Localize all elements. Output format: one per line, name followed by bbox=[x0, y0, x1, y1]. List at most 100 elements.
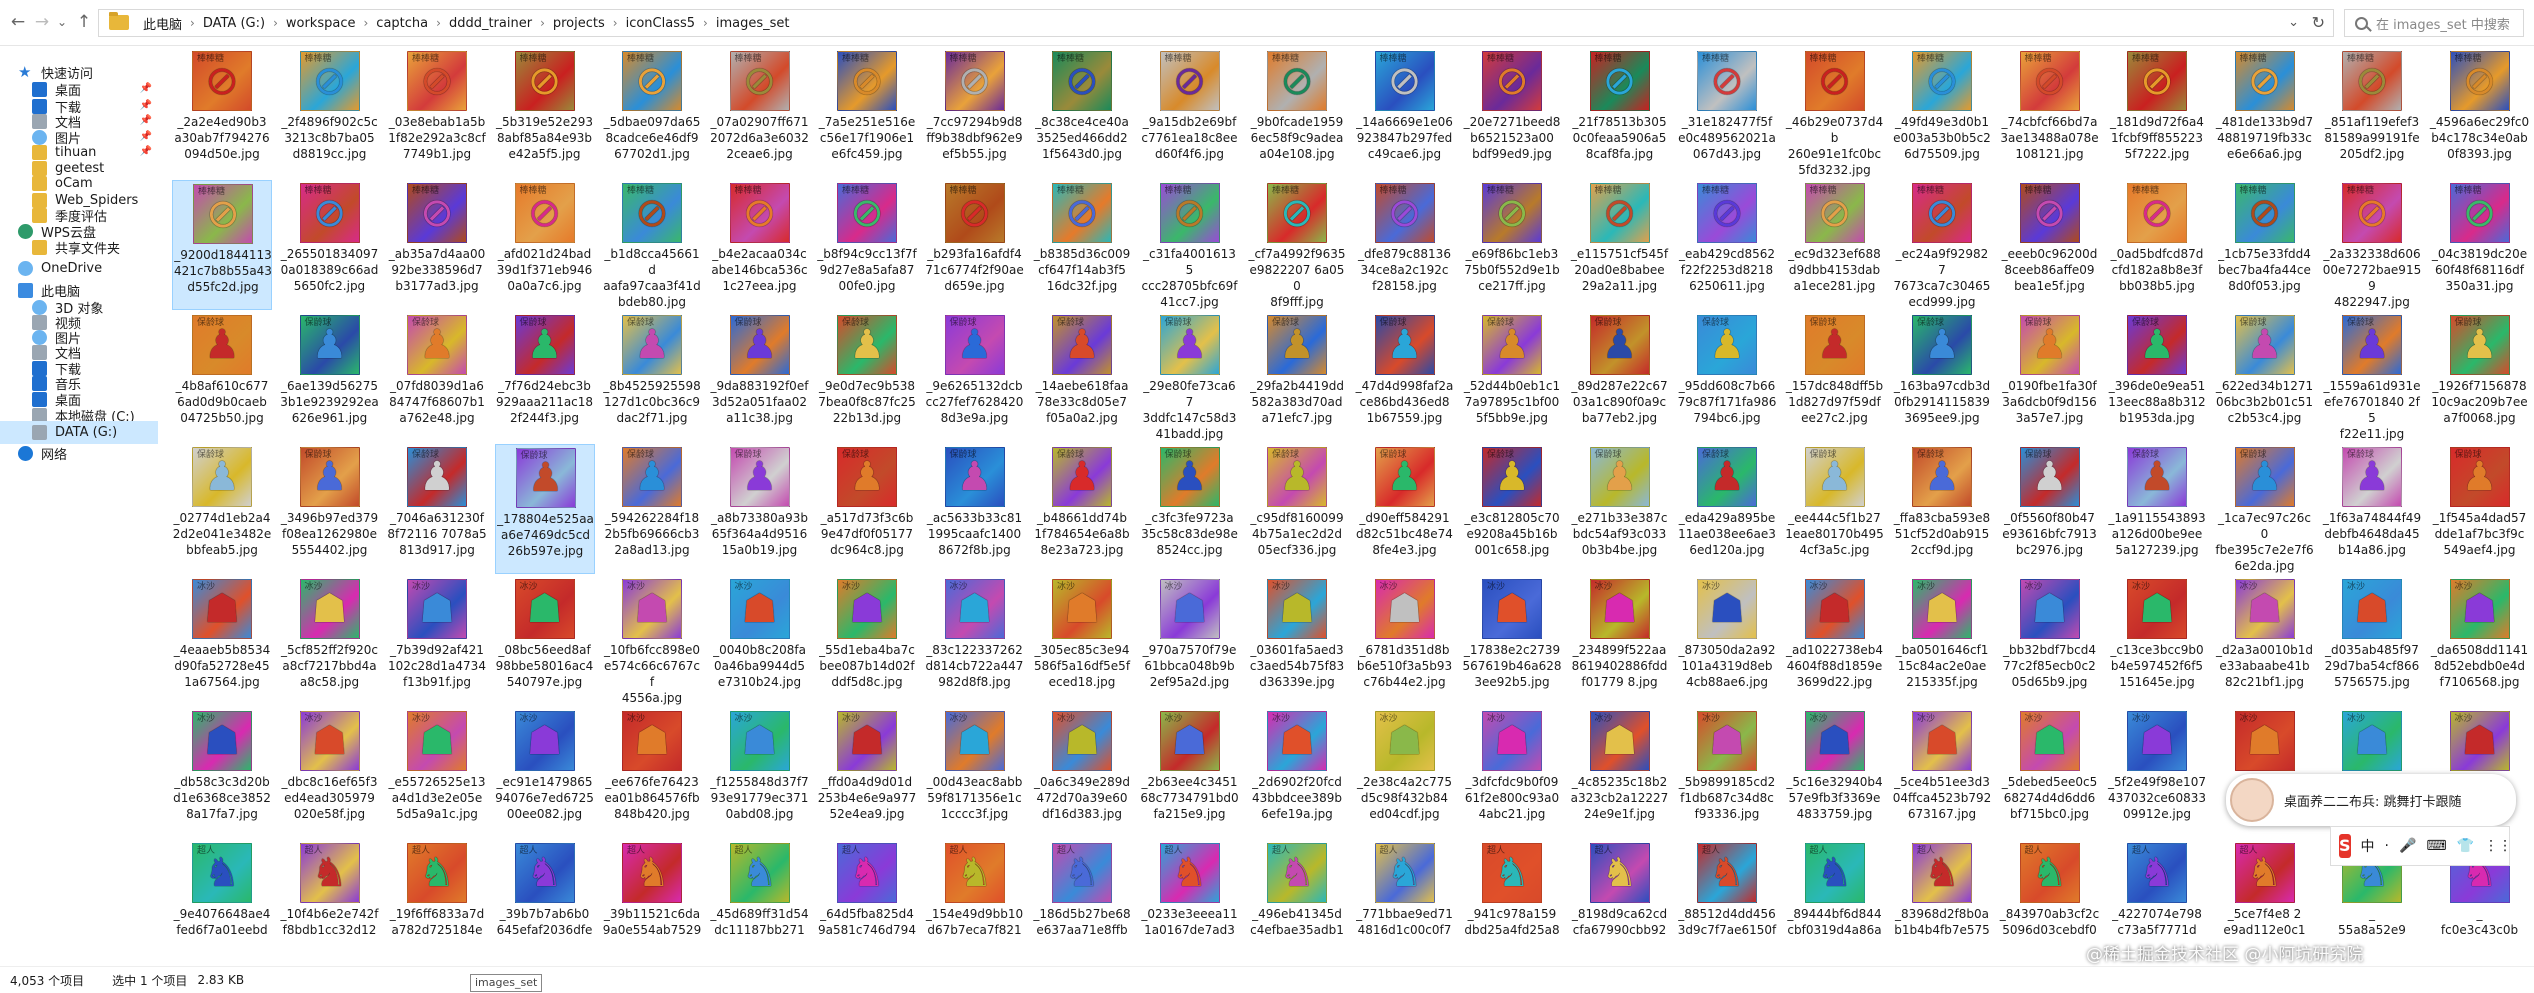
search-box[interactable]: 在 images_set 中搜索 bbox=[2344, 9, 2524, 37]
ime-toolbar-item[interactable]: 👕 bbox=[2457, 838, 2474, 854]
file-tile[interactable]: ☗ 冰沙 _0040b8c208fa 0a46ba9944d5 e7310b24.jpg bbox=[710, 576, 810, 706]
file-tile[interactable]: ☗ 冰沙 _ad1022738eb4 4604f88d1859e 3699d22.jpg bbox=[1785, 576, 1885, 706]
file-tile[interactable]: ♟ 保龄球 _0f5560f80b47 e93616bfc7913 bc2976.jpg bbox=[2000, 444, 2100, 574]
file-tile[interactable]: ⊘ 棒棒糖 _481de133b9d7 48819719fb33c e6e66a6.jp… bbox=[2215, 48, 2315, 178]
file-tile[interactable]: ♟ 保龄球 _b48661dd74b 1f784654e6a8b 8e23a723.jp… bbox=[1032, 444, 1132, 574]
file-tile[interactable]: ⊘ 棒棒糖 _2a2e4ed90b3 a30ab7f794276 094d50e.jpg bbox=[172, 48, 272, 178]
file-tile[interactable]: ⊘ 棒棒糖 _181d9d72f6a4 1fcbf9ff855223 5f7222.jp… bbox=[2107, 48, 2207, 178]
file-tile[interactable]: ⊘ 棒棒糖 _e69f86bc1eb3 75b0f552d9e1b ce217ff.jp… bbox=[1462, 180, 1562, 310]
file-tile[interactable]: ☗ 冰沙 _7b39d92af421 102c28d1a4734 f13b91f.jpg bbox=[387, 576, 487, 706]
file-tile[interactable]: ♞ 超人 _19f6ff6833a7d a782d725184e bbox=[387, 840, 487, 966]
file-tile[interactable]: ♟ 保龄球 _eda429a895be 11ae038ee6ae3 6ed120a.jp… bbox=[1677, 444, 1777, 574]
file-tile[interactable]: ♟ 保龄球 _89d287e22c67 03a1c890f0a9c ba77eb2.jp… bbox=[1570, 312, 1670, 442]
file-tile[interactable]: ⊘ 棒棒糖 _2a332338d606 00e7272bae9159 4822947.j… bbox=[2322, 180, 2422, 310]
file-tile[interactable]: ☗ 冰沙 _17838e2c2739 567619b46a628 3ee92b5.jpg bbox=[1462, 576, 1562, 706]
file-tile[interactable]: ♟ 保龄球 _e3c812805c70 e9208a45b16b 001c658.jpg bbox=[1462, 444, 1562, 574]
file-tile[interactable]: ☗ 冰沙 _970a7570f79e 61bbca048b9b 2ef95a2d.jpg bbox=[1140, 576, 1240, 706]
back-button[interactable]: ← bbox=[6, 10, 30, 34]
file-tile[interactable]: ☗ 冰沙 _5b9899185cd2 f1db687c34d8c f93336.jpg bbox=[1677, 708, 1777, 838]
file-tile[interactable]: ⊘ 棒棒糖 _4596a6ec29fc0 b4c178c34e0ab 0f8393.jp… bbox=[2430, 48, 2530, 178]
breadcrumb-separator[interactable]: › bbox=[359, 16, 372, 30]
file-tile[interactable]: ☗ 冰沙 _6781d351d8b b6e510f3a5b93 c76b44e2.jpg bbox=[1355, 576, 1455, 706]
file-tile[interactable]: ⊘ 棒棒糖 _31e182477f5f e0c489562021a 067d43.jpg bbox=[1677, 48, 1777, 178]
file-tile[interactable]: ☗ 冰沙 _ee676fe76423 ea01b864576fb 848b420.jpg bbox=[602, 708, 702, 838]
file-tile[interactable]: ☗ 冰沙 _5debed5ee0c5 68274d4d6dd6 bf715bc0.jpg bbox=[2000, 708, 2100, 838]
file-tile[interactable]: ♞ 超人 _154e49d9bb10 d67b7eca7f821 bbox=[925, 840, 1025, 966]
breadcrumb-item[interactable]: dddd_trainer bbox=[445, 16, 536, 31]
file-tile[interactable]: ⊘ 棒棒糖 _8c38ce4ce40a 3525ed466dd2 1f5643d0.jp… bbox=[1032, 48, 1132, 178]
file-tile[interactable]: ⊘ 棒棒糖 _5b319e52e293 8abf85a84e93b e42a5f5.jp… bbox=[495, 48, 595, 178]
file-tile[interactable]: ☗ 冰沙 _c13ce3bcc9b0 b4e597452f6f5 151645e.jpg bbox=[2107, 576, 2207, 706]
file-tile[interactable]: ☗ 冰沙 _234899f522aa 8619402886fdd f01779 8.jp… bbox=[1570, 576, 1670, 706]
breadcrumb-item[interactable]: workspace bbox=[282, 16, 360, 31]
chat-popup[interactable]: 桌面养二二布兵: 跳舞打卡跟随 bbox=[2226, 774, 2516, 826]
file-tile[interactable]: ♟ 保龄球 _d90eff584291 d82c51bc48e74 8fe4e3.jpg bbox=[1355, 444, 1455, 574]
file-tile[interactable]: ⊘ 棒棒糖 _ab35a7d4aa00 92be338596d7 b3177ad3.jp… bbox=[387, 180, 487, 310]
file-tile[interactable]: ⊘ 棒棒糖 _e115751cf545f 20ad0e8babee 29a2a11.jp… bbox=[1570, 180, 1670, 310]
file-tile[interactable]: ♟ 保龄球 _7f76d24ebc3b 929aaa211ac18 2f244f3.jp… bbox=[495, 312, 595, 442]
file-tile[interactable]: ⊘ 棒棒糖 _46b29e0737d4b 260e91e1fc0bc 5fd3232.j… bbox=[1785, 48, 1885, 178]
file-tile[interactable]: ♟ 保龄球 _9e0d7ec9b538 7bea0f8c87fc25 22b13d.jp… bbox=[817, 312, 917, 442]
file-tile[interactable]: ♟ 保龄球 _47d4d998faf2a ce86bd436ed8 1b67559.jp… bbox=[1355, 312, 1455, 442]
file-tile[interactable]: ⊘ 棒棒糖 _74cbfcf66bd7a 3ae13488a078e 108121.jp… bbox=[2000, 48, 2100, 178]
file-tile[interactable]: ☗ 冰沙 _55d1eba4ba7c bee087b14d02f ddf5d8c.jpg bbox=[817, 576, 917, 706]
file-tile[interactable]: ♞ 超人 _9e4076648ae4 fed6f7a01eebd bbox=[172, 840, 272, 966]
file-tile[interactable]: ☗ 冰沙 _5cf852ff2f920c a8cf7217bbd4a a8c58.jpg bbox=[280, 576, 380, 706]
file-tile[interactable]: ☗ 冰沙 _da6508dd1141 8d52ebdb0e4d f7106568.jpg bbox=[2430, 576, 2530, 706]
file-tile[interactable]: ♟ 保龄球 _1f63a74844f49 debfb4648da45 b14a86.jp… bbox=[2322, 444, 2422, 574]
ime-toolbar-item[interactable]: ⋮⋮ bbox=[2484, 838, 2512, 854]
file-tile[interactable]: ♟ 保龄球 _3496b97ed379 f08ea1262980e 5554402.jp… bbox=[280, 444, 380, 574]
file-tile[interactable]: ☗ 冰沙 _873050da2a92 101a4319d8eb 4cb88ae6.jpg bbox=[1677, 576, 1777, 706]
file-tile[interactable]: ☗ 冰沙 _83c122337262 d814cb722a447 982d8f8.jpg bbox=[925, 576, 1025, 706]
file-tile[interactable]: ♟ 保龄球 _1f545a4dad57 dde1af7bc3f9c 549aef4.jp… bbox=[2430, 444, 2530, 574]
file-tile[interactable]: ☗ 冰沙 _08bc56eed8af 98bbe58016ac4 540797e.jpg bbox=[495, 576, 595, 706]
file-tile[interactable]: ⊘ 棒棒糖 _2f4896f902c5c 3213c8b7ba05 d8819cc.jp… bbox=[280, 48, 380, 178]
file-tile[interactable]: ⊘ 棒棒糖 _0ad5bdfcd87d cfd182a8b8e3f bb038b5.jp… bbox=[2107, 180, 2207, 310]
file-tile[interactable]: ⊘ 棒棒糖 _49fd49e3d0b1 e003a53b0b5c2 6d75509.jp… bbox=[1892, 48, 1992, 178]
breadcrumb-item[interactable]: 此电脑 bbox=[139, 14, 186, 33]
file-tile[interactable]: ♟ 保龄球 _9da883192f0ef 3d52a051faa02 a11c38.jp… bbox=[710, 312, 810, 442]
file-tile[interactable]: ♟ 保龄球 _07fd8039d1a6 84747f68607b1 a762e48.jp… bbox=[387, 312, 487, 442]
file-tile[interactable]: ⊘ 棒棒糖 _b8f94c9cc13f7f 9d27e8a5afa87 00fe0.jp… bbox=[817, 180, 917, 310]
file-tile[interactable]: ♟ 保龄球 _29fa2b4419dd 582a383d70ad a71efc7.jpg bbox=[1247, 312, 1347, 442]
file-tile[interactable]: ⊘ 棒棒糖 _21f78513b305 0c0feaa5906a5 8caf8fa.jp… bbox=[1570, 48, 1670, 178]
file-tile[interactable]: ♟ 保龄球 _02774d1eb2a4 2d2e041e3482e bbfeab5.jp… bbox=[172, 444, 272, 574]
file-tile[interactable]: ♞ 超人 _10f4b6e2e742f f8bdb1cc32d12 bbox=[280, 840, 380, 966]
file-tile[interactable]: ⊘ 棒棒糖 _9200d1844113 421c7b8b55a43 d55fc2d.jp… bbox=[172, 180, 272, 310]
breadcrumb-separator[interactable]: › bbox=[536, 16, 549, 30]
file-tile[interactable]: ☗ 冰沙 _db58c3c3d20b d1e6368ce3852 8a17fa7.jpg bbox=[172, 708, 272, 838]
file-tile[interactable]: ♞ 超人 _39b7b7ab6b0 645efaf2036dfe bbox=[495, 840, 595, 966]
file-tile[interactable]: ☗ 冰沙 _2d6902f20fcd 43bbdcee389b 6efe19a.jpg bbox=[1247, 708, 1347, 838]
file-tile[interactable]: ⊘ 棒棒糖 _cf7a4992f9635 e9822207 6a050 8f9fff.j… bbox=[1247, 180, 1347, 310]
file-tile[interactable]: ♞ 超人 _186d5b27be68 e637aa71e8ffb bbox=[1032, 840, 1132, 966]
file-tile[interactable]: ⊘ 棒棒糖 _ec9d323ef688 d9dbb4153dab a1ece281.jp… bbox=[1785, 180, 1885, 310]
file-tile[interactable]: ☗ 冰沙 _d035ab485f97 29d7ba54cf866 5756575.jpg bbox=[2322, 576, 2422, 706]
file-tile[interactable]: ⊘ 棒棒糖 _eeeb0c96200d 8ceeb86affe09 bea1e5f.jp… bbox=[2000, 180, 2100, 310]
file-tile[interactable]: ♟ 保龄球 _1a9115543893 a126d00be9ee 5a127239.jp… bbox=[2107, 444, 2207, 574]
file-tile[interactable]: ☗ 冰沙 _00d43eac8abb 59f8171356e1c 1cccc3f.jpg bbox=[925, 708, 1025, 838]
file-tile[interactable]: ⊘ 棒棒糖 _b8385d36c009 cf647f14ab3f5 16dc32f.jp… bbox=[1032, 180, 1132, 310]
file-tile[interactable]: ⊘ 棒棒糖 _20e7271beed8 b6521523a00 bdf99ed9.jpg bbox=[1462, 48, 1562, 178]
file-tile[interactable]: ♟ 保龄球 _c3fc3fe9723a 35c58c83de98e 8524cc.jpg bbox=[1140, 444, 1240, 574]
breadcrumb-item[interactable]: captcha bbox=[372, 16, 432, 31]
file-tile[interactable]: ⊘ 棒棒糖 _b1d8cca45661d aafa97caa3f41d bdeb80.j… bbox=[602, 180, 702, 310]
up-folder-button[interactable]: ↑ bbox=[72, 10, 96, 34]
file-tile[interactable]: ☗ 冰沙 _5ce4b51ee3d3 04ffca4523b792 673167.jpg bbox=[1892, 708, 1992, 838]
file-tile[interactable]: ⊘ 棒棒糖 _b293fa16afdf4 71c6774f2f90ae d659e.jp… bbox=[925, 180, 1025, 310]
recent-locations-button[interactable]: ⌄ bbox=[50, 10, 74, 34]
file-tile[interactable]: ♟ 保龄球 _ffa83cba593e8 51cf52d0ab915 2ccf9d.jp… bbox=[1892, 444, 1992, 574]
file-tile[interactable]: ♟ 保龄球 _1559a61d931e efe76701840 2f5 f22e11.j… bbox=[2322, 312, 2422, 442]
file-tile[interactable]: ♞ 超人 _45d689ff31d54 dc11187bb271 bbox=[710, 840, 810, 966]
sidebar-item[interactable]: DATA (G:) bbox=[0, 421, 158, 444]
ime-toolbar-item[interactable]: 中 bbox=[2361, 836, 2375, 856]
file-tile[interactable]: ♟ 保龄球 _c95df8160099 4b75a1ec2d2d 05ecf336.jp… bbox=[1247, 444, 1347, 574]
file-tile[interactable]: ☗ 冰沙 _5f2e49f98e107 437032ce60833 09912e.jpg bbox=[2107, 708, 2207, 838]
file-tile[interactable]: ♟ 保龄球 _6ae139d56275 3b1e9239292ea 626e961.jp… bbox=[280, 312, 380, 442]
file-tile[interactable]: ♟ 保龄球 _178804e525aa a6e7469dc5cd 26b597e.jpg bbox=[494, 444, 595, 574]
file-tile[interactable]: ♟ 保龄球 _29e80fe73ca67 3ddfc147c58d3 41badd.jp… bbox=[1140, 312, 1240, 442]
breadcrumb-separator[interactable]: › bbox=[609, 16, 622, 30]
file-tile[interactable]: ☗ 冰沙 _03601fa5aed3 c3aed54b75f83 d36339e.jpg bbox=[1247, 576, 1347, 706]
file-tile[interactable]: ☗ 冰沙 _ffd0a4d9d01d 253b4e6e9a977 52e4ea9.jpg bbox=[817, 708, 917, 838]
file-tile[interactable]: ⊘ 棒棒糖 _c31fa40016135 ccc28705bfc69f 41cc7.jp… bbox=[1140, 180, 1240, 310]
sidebar-item[interactable]: 共享文件夹 bbox=[0, 236, 158, 259]
